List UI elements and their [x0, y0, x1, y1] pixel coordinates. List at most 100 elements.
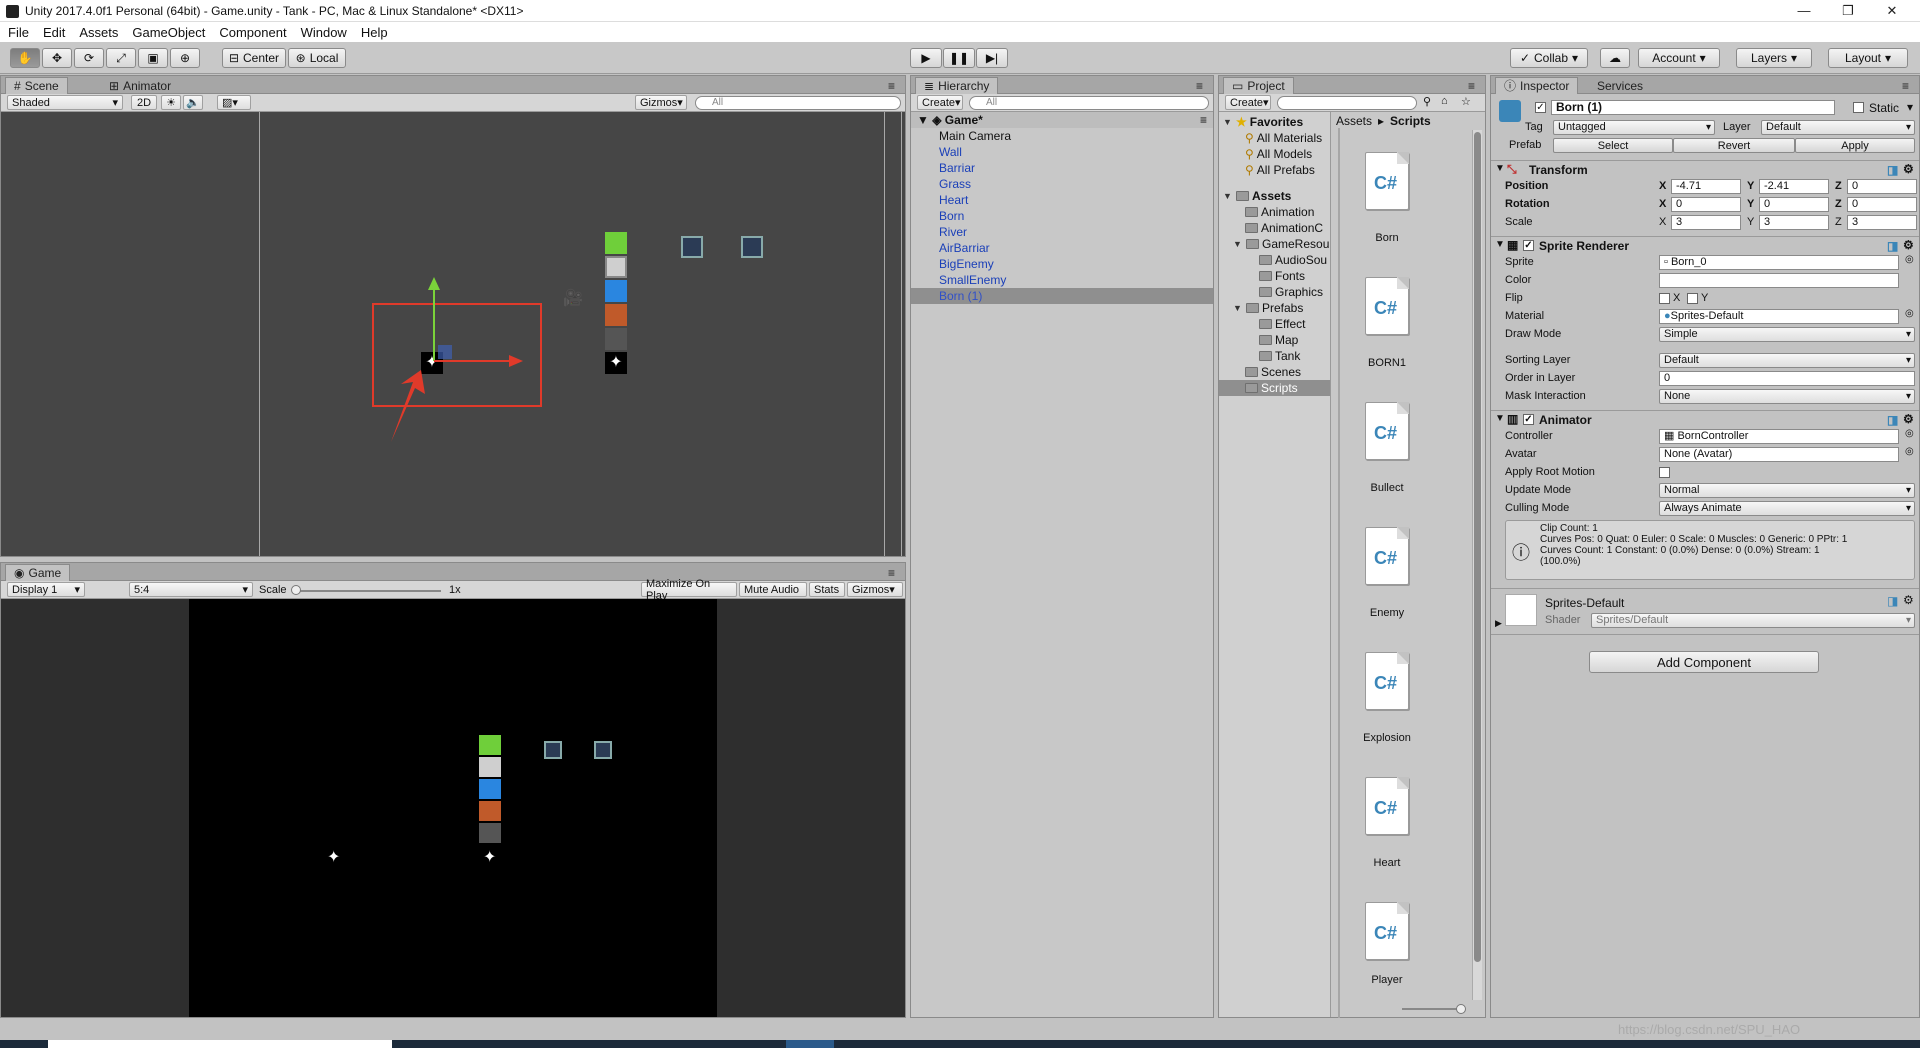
active-checkbox[interactable]: ✓: [1535, 102, 1546, 113]
effects-dropdown[interactable]: ▨ ▾: [217, 95, 251, 110]
scale-slider[interactable]: [293, 590, 441, 592]
minimize-icon[interactable]: —: [1782, 0, 1826, 22]
hierarchy-item-barriar[interactable]: Barriar: [911, 160, 1213, 176]
material-field[interactable]: ●Sprites-Default: [1659, 309, 1899, 324]
close-icon[interactable]: ✕: [1870, 0, 1914, 22]
filter-label-icon[interactable]: ⌂: [1441, 95, 1448, 107]
mute-audio-toggle[interactable]: Mute Audio: [739, 582, 807, 597]
tab-services[interactable]: Services: [1589, 77, 1651, 94]
game-view[interactable]: ✦ ✦: [1, 599, 905, 1017]
menu-gameobject[interactable]: GameObject: [132, 25, 205, 40]
scale-z-field[interactable]: 3: [1847, 215, 1917, 230]
object-picker-icon[interactable]: ◎: [1905, 254, 1914, 265]
position-x-field[interactable]: -4.71: [1671, 179, 1741, 194]
position-y-field[interactable]: -2.41: [1759, 179, 1829, 194]
hierarchy-item-airbarriar[interactable]: AirBarriar: [911, 240, 1213, 256]
rotation-z-field[interactable]: 0: [1847, 197, 1917, 212]
project-search-input[interactable]: [1277, 96, 1417, 110]
assets-root-row[interactable]: ▼ Assets: [1223, 188, 1291, 204]
taskbar-search-box[interactable]: [48, 1040, 392, 1048]
scale-slider-handle[interactable]: [291, 585, 301, 595]
controller-field[interactable]: ▦ BornController: [1659, 429, 1899, 444]
chevron-down-icon[interactable]: ▾: [1907, 100, 1913, 114]
hierarchy-create-button[interactable]: Create ▾: [917, 95, 963, 110]
sprite-renderer-enabled-checkbox[interactable]: ✓: [1523, 240, 1534, 251]
sorting-layer-dropdown[interactable]: Default: [1659, 353, 1915, 368]
folder-map[interactable]: Map: [1259, 332, 1298, 348]
object-picker-icon[interactable]: ◎: [1905, 428, 1914, 439]
scale-x-field[interactable]: 3: [1671, 215, 1741, 230]
mask-interaction-dropdown[interactable]: None: [1659, 389, 1915, 404]
menu-window[interactable]: Window: [301, 25, 347, 40]
hierarchy-item-smallenemy[interactable]: SmallEnemy: [911, 272, 1213, 288]
hierarchy-item-wall[interactable]: Wall: [911, 144, 1213, 160]
favorite-star-icon[interactable]: ☆: [1461, 95, 1471, 108]
scale-y-field[interactable]: 3: [1759, 215, 1829, 230]
hierarchy-item-main-camera[interactable]: Main Camera: [911, 128, 1213, 144]
panel-menu-icon[interactable]: ≡: [880, 564, 903, 581]
hierarchy-item-river[interactable]: River: [911, 224, 1213, 240]
script-asset[interactable]: C# Explosion: [1332, 652, 1442, 744]
gear-icon[interactable]: ⚙: [1903, 238, 1914, 252]
position-z-field[interactable]: 0: [1847, 179, 1917, 194]
tag-dropdown[interactable]: Untagged: [1553, 120, 1715, 135]
hierarchy-search-input[interactable]: All: [969, 96, 1209, 110]
help-icon[interactable]: ◨: [1887, 239, 1898, 253]
pivot-local-button[interactable]: ⊛ Local: [288, 48, 346, 68]
help-icon[interactable]: ◨: [1887, 163, 1898, 177]
fav-all-models[interactable]: ⚲ All Models: [1245, 146, 1312, 162]
move-tool-icon[interactable]: ✥: [42, 48, 72, 68]
step-button[interactable]: ▶|: [976, 48, 1008, 68]
collab-button[interactable]: ✓ Collab ▾: [1510, 48, 1588, 68]
apply-root-motion-checkbox[interactable]: [1659, 467, 1670, 478]
project-scrollbar[interactable]: [1472, 130, 1482, 1000]
gear-icon[interactable]: ⚙: [1903, 162, 1914, 176]
row-menu-icon[interactable]: ≡: [1200, 112, 1213, 128]
folder-prefabs[interactable]: ▼ Prefabs: [1233, 300, 1303, 316]
transform-tool-icon[interactable]: ⊕: [170, 48, 200, 68]
maximize-icon[interactable]: ❐: [1826, 0, 1870, 22]
hand-tool-icon[interactable]: ✋: [10, 48, 40, 68]
scale-tool-icon[interactable]: ⤢: [106, 48, 136, 68]
aspect-dropdown[interactable]: 5:4 ▾: [129, 582, 253, 597]
folder-audiosou[interactable]: AudioSou: [1259, 252, 1327, 268]
menu-edit[interactable]: Edit: [43, 25, 65, 40]
prefab-apply-button[interactable]: Apply: [1795, 138, 1915, 153]
object-picker-icon[interactable]: ◎: [1905, 308, 1914, 319]
folder-animation[interactable]: Animation: [1245, 204, 1314, 220]
script-asset[interactable]: C# Enemy: [1332, 527, 1442, 619]
menu-component[interactable]: Component: [219, 25, 286, 40]
hierarchy-item-bigenemy[interactable]: BigEnemy: [911, 256, 1213, 272]
gear-icon[interactable]: ⚙: [1903, 593, 1914, 607]
animator-header[interactable]: ▼ ▥ ✓ Animator ◨ ⚙: [1491, 410, 1919, 428]
project-create-button[interactable]: Create ▾: [1225, 95, 1271, 110]
tab-inspector[interactable]: ⓘ Inspector: [1495, 77, 1579, 94]
sprite-renderer-header[interactable]: ▼ ▦ ✓ Sprite Renderer ◨ ⚙: [1491, 236, 1919, 254]
object-picker-icon[interactable]: ◎: [1905, 446, 1914, 457]
sprite-field[interactable]: ▫ Born_0: [1659, 255, 1899, 270]
menu-assets[interactable]: Assets: [79, 25, 118, 40]
folder-graphics[interactable]: Graphics: [1259, 284, 1323, 300]
flip-x-checkbox[interactable]: [1659, 293, 1670, 304]
transform-header[interactable]: ▼ ⤡ Transform ◨ ⚙: [1491, 160, 1919, 178]
pause-button[interactable]: ❚❚: [943, 48, 975, 68]
chevron-right-icon[interactable]: ▶: [1495, 618, 1502, 629]
panel-menu-icon[interactable]: ≡: [1460, 77, 1483, 94]
script-asset[interactable]: C# Born: [1332, 152, 1442, 244]
folder-scenes[interactable]: Scenes: [1245, 364, 1301, 380]
panel-menu-icon[interactable]: ≡: [880, 77, 903, 94]
filter-type-icon[interactable]: ⚲: [1423, 95, 1431, 108]
script-asset[interactable]: C# BORN1: [1332, 277, 1442, 369]
static-checkbox[interactable]: [1853, 102, 1864, 113]
hierarchy-item-heart[interactable]: Heart: [911, 192, 1213, 208]
color-swatch[interactable]: [1659, 273, 1899, 288]
stats-toggle[interactable]: Stats: [809, 582, 845, 597]
rotation-y-field[interactable]: 0: [1759, 197, 1829, 212]
object-name-field[interactable]: Born (1): [1551, 100, 1835, 115]
rect-tool-icon[interactable]: ▣: [138, 48, 168, 68]
folder-animationc[interactable]: AnimationC: [1245, 220, 1323, 236]
flip-y-checkbox[interactable]: [1687, 293, 1698, 304]
add-component-button[interactable]: Add Component: [1589, 651, 1819, 673]
audio-icon[interactable]: 🔈: [183, 95, 203, 110]
favorites-row[interactable]: ▼ ★ Favorites: [1223, 114, 1303, 130]
